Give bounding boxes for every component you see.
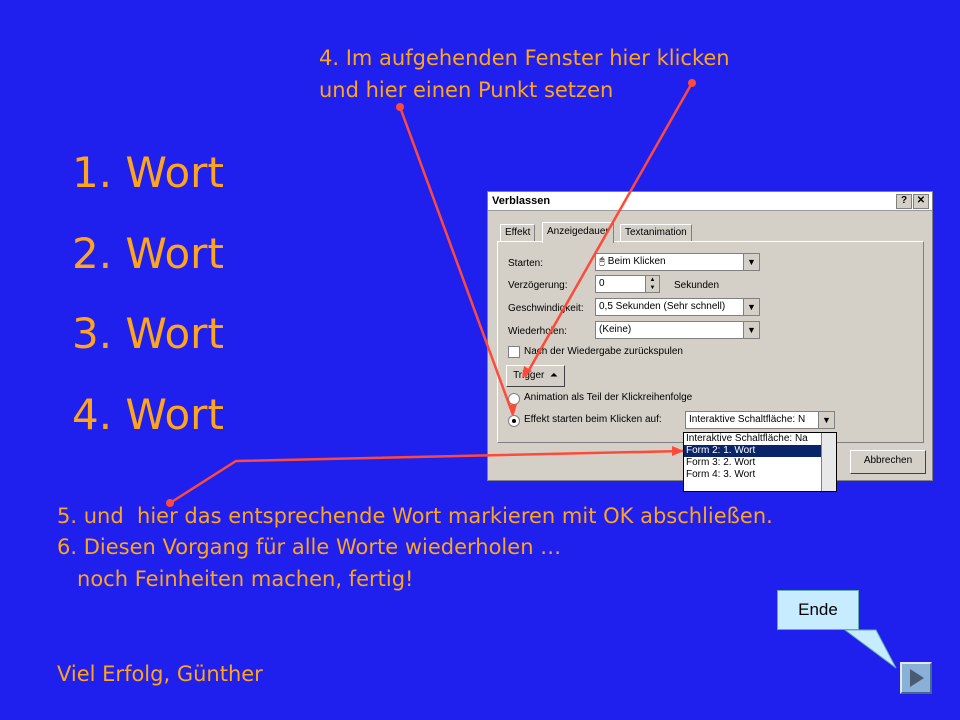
tab-anzeigedauer[interactable]: Anzeigedauer: [542, 222, 614, 243]
speed-value: 0,5 Sekunden (Sehr schnell): [599, 301, 726, 312]
help-button[interactable]: ?: [896, 194, 912, 209]
timing-panel: Starten: 🖰 Beim Klicken ▼ Verzögerung: 0…: [497, 241, 924, 443]
close-icon[interactable]: ✕: [913, 194, 929, 209]
radio-click-sequence-label: Animation als Teil der Klickreihenfolge: [524, 392, 693, 403]
next-slide-button[interactable]: [900, 662, 932, 694]
arrow-dot: [688, 79, 696, 87]
list-item[interactable]: Interaktive Schaltfläche: Na: [684, 433, 836, 445]
stepper-arrows-icon[interactable]: ▲ ▼: [645, 276, 659, 292]
trigger-button-label: Trigger: [513, 370, 545, 381]
list-item-selected[interactable]: Form 2: 1. Wort: [684, 445, 836, 457]
chevron-down-icon[interactable]: ▼: [743, 299, 759, 315]
start-value: Beim Klicken: [607, 256, 666, 267]
dialog-titlebar[interactable]: Verblassen ? ✕: [488, 192, 932, 211]
repeat-value: (Keine): [599, 324, 632, 335]
cancel-button[interactable]: Abbrechen: [850, 450, 926, 474]
word-4[interactable]: 4. Wort: [72, 390, 224, 439]
collapse-icon: ⏶: [547, 370, 558, 381]
chevron-down-icon[interactable]: ▼: [818, 412, 834, 428]
radio-start-on-click[interactable]: [508, 415, 520, 427]
trigger-button[interactable]: Trigger ⏶: [506, 365, 565, 387]
delay-stepper[interactable]: 0 ▲ ▼: [595, 275, 660, 293]
start-select[interactable]: 🖰 Beim Klicken ▼: [595, 253, 760, 271]
speed-label: Geschwindigkeit:: [508, 303, 584, 314]
list-item[interactable]: Form 4: 3. Wort: [684, 469, 836, 481]
rewind-label: Nach der Wiedergabe zurückspulen: [524, 346, 683, 357]
delay-value: 0: [599, 278, 605, 289]
word-2[interactable]: 2. Wort: [72, 229, 224, 278]
trigger-select-value: Interaktive Schaltfläche: N: [689, 414, 806, 425]
start-label: Starten:: [508, 258, 544, 269]
instruction-step5: 5. und hier das entsprechende Wort marki…: [57, 504, 773, 528]
instruction-step6-line2: noch Feinheiten machen, fertig!: [57, 567, 414, 591]
tab-effekt[interactable]: Effekt: [500, 224, 536, 241]
repeat-select[interactable]: (Keine) ▼: [595, 321, 760, 339]
callout-tail-icon: [843, 629, 897, 669]
rewind-checkbox[interactable]: [508, 346, 520, 358]
delay-unit: Sekunden: [674, 280, 720, 291]
radio-click-sequence[interactable]: [508, 393, 520, 405]
radio-start-on-click-label: Effekt starten beim Klicken auf:: [524, 414, 662, 425]
tab-textanimation[interactable]: Textanimation: [620, 224, 692, 241]
speed-select[interactable]: 0,5 Sekunden (Sehr schnell) ▼: [595, 298, 760, 316]
list-item[interactable]: Form 3: 2. Wort: [684, 457, 836, 469]
trigger-select[interactable]: Interaktive Schaltfläche: N ▼: [685, 411, 835, 429]
trigger-dropdown-list[interactable]: Interaktive Schaltfläche: Na Form 2: 1. …: [683, 432, 837, 492]
delay-label: Verzögerung:: [508, 280, 568, 291]
word-3[interactable]: 3. Wort: [72, 309, 224, 358]
chevron-down-icon[interactable]: ▼: [743, 254, 759, 270]
signature: Viel Erfolg, Günther: [57, 662, 263, 686]
repeat-label: Wiederholen:: [508, 326, 567, 337]
play-arrow-icon: [910, 669, 924, 687]
mouse-icon: 🖰: [599, 256, 608, 267]
chevron-down-icon[interactable]: ▼: [743, 322, 759, 338]
scrollbar[interactable]: [821, 433, 836, 491]
instruction-step4-line1: 4. Im aufgehenden Fenster hier klicken: [319, 46, 730, 70]
instruction-step6-line1: 6. Diesen Vorgang für alle Worte wiederh…: [57, 535, 562, 559]
arrow-dot: [396, 103, 404, 111]
word-1[interactable]: 1. Wort: [72, 148, 224, 197]
dialog-title: Verblassen: [492, 195, 551, 207]
instruction-step4-line2: und hier einen Punkt setzen: [319, 78, 614, 102]
